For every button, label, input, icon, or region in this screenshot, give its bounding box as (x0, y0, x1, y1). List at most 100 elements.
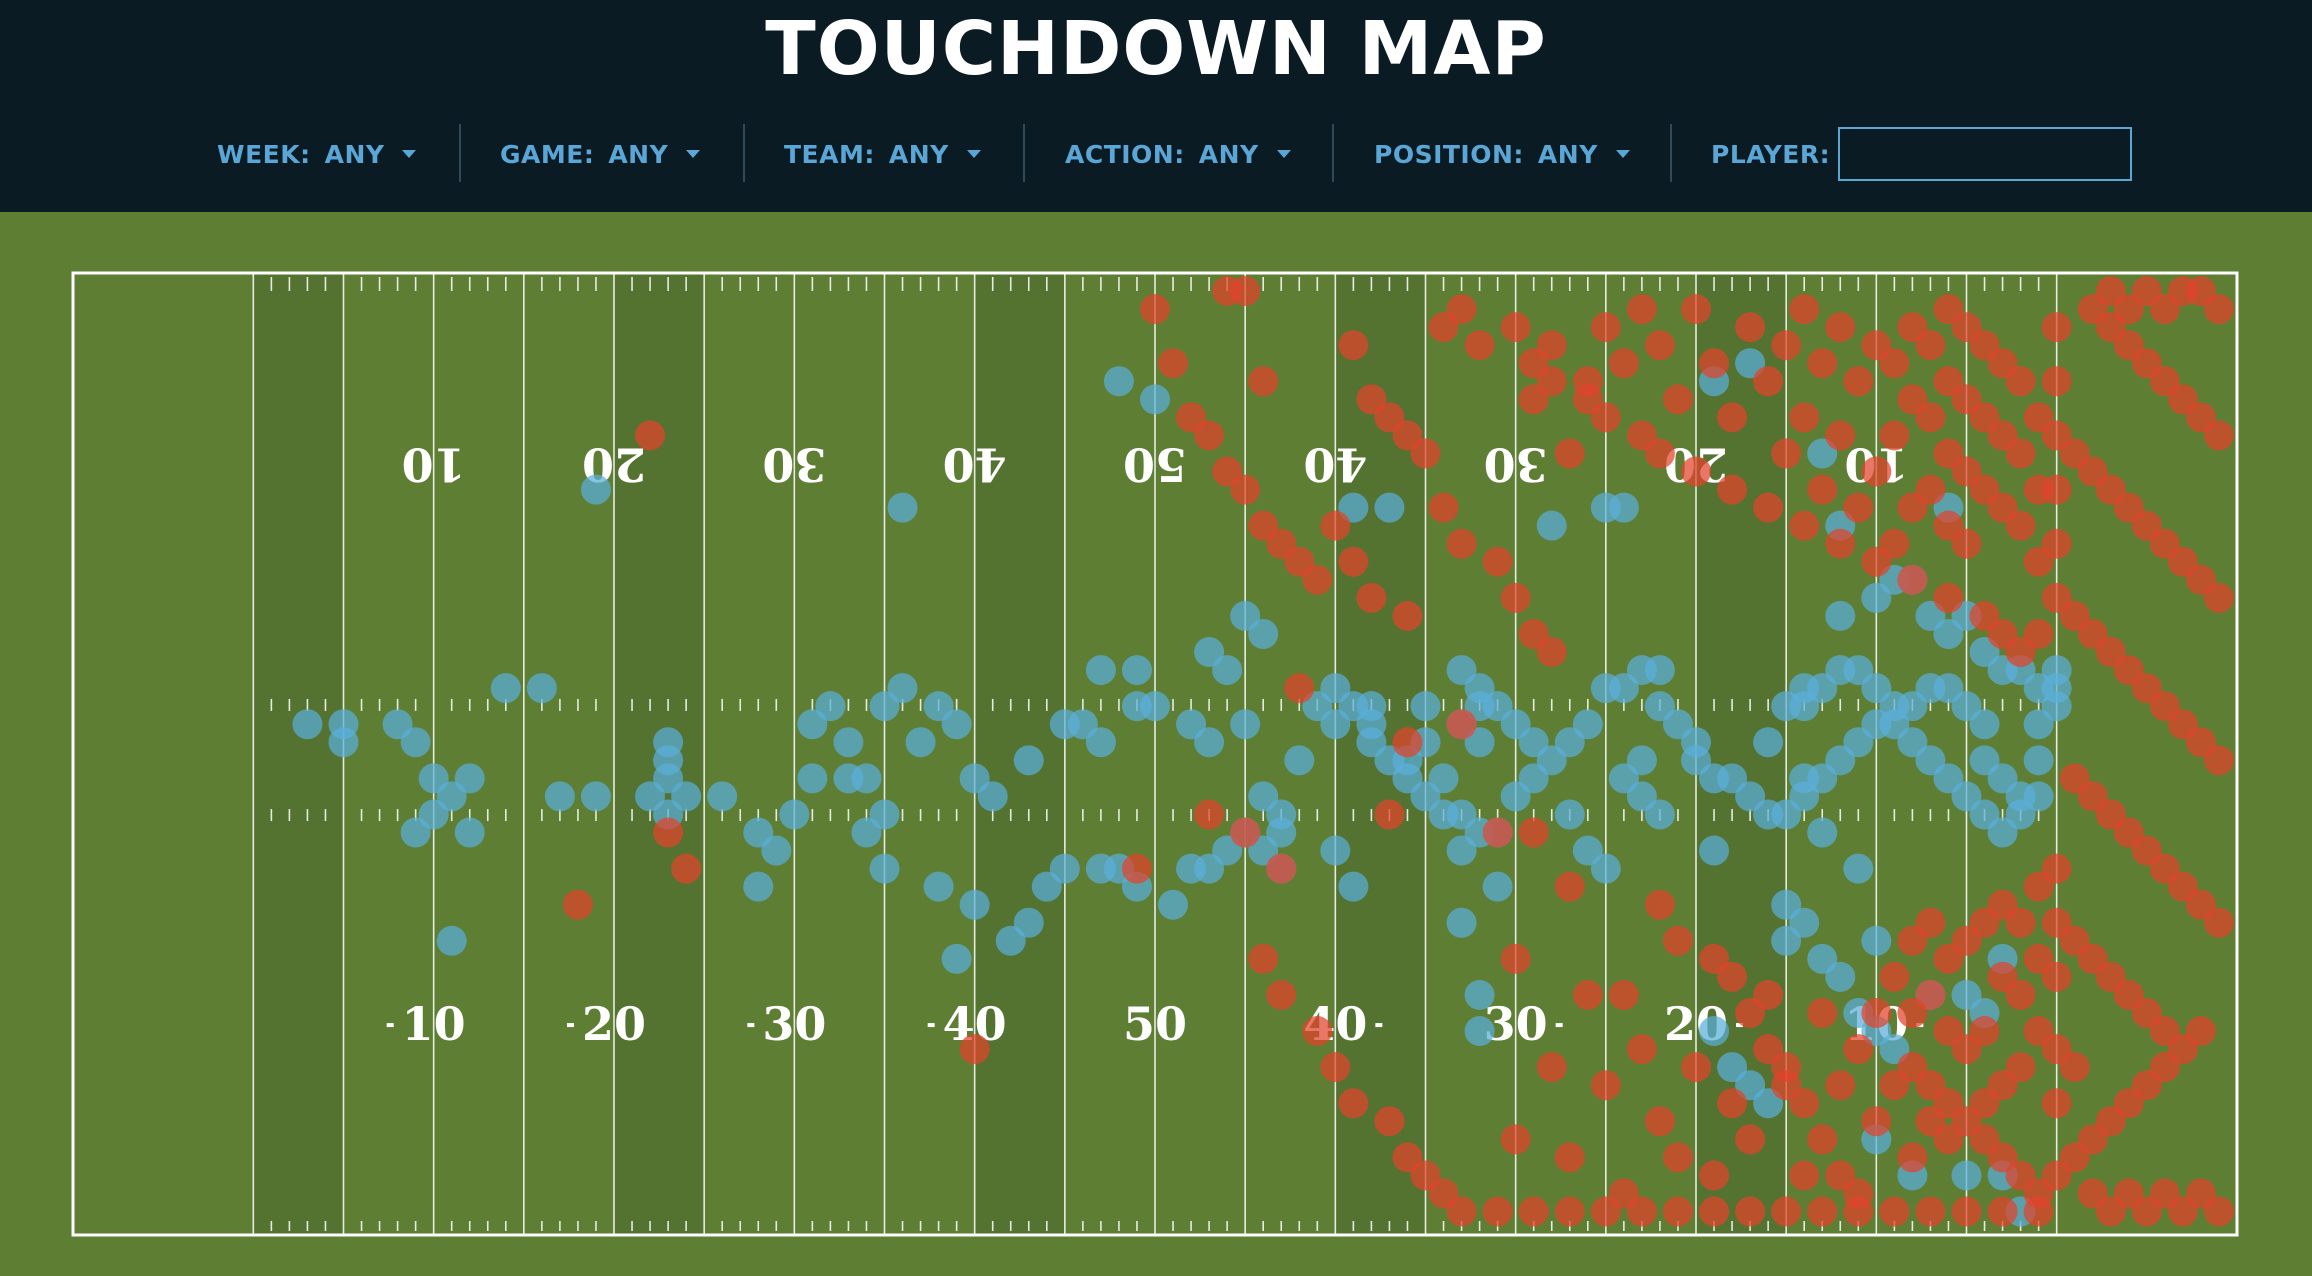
touchdown-point (1554, 871, 1585, 902)
touchdown-point (544, 781, 575, 812)
touchdown-point (1969, 709, 2000, 740)
touchdown-point (1897, 1142, 1928, 1173)
action-filter-value: ANY (1198, 139, 1259, 169)
touchdown-point (887, 673, 918, 704)
player-filter-label: PLAYER: (1711, 139, 1831, 169)
touchdown-point (815, 691, 846, 722)
touchdown-point (562, 889, 593, 920)
touchdown-point (1230, 817, 1261, 848)
touchdown-point (1356, 691, 1387, 722)
touchdown-point (1626, 745, 1657, 776)
touchdown-point (2023, 1016, 2054, 1047)
touchdown-point (1320, 709, 1351, 740)
touchdown-point (1302, 1016, 1333, 1047)
touchdown-point (1626, 294, 1657, 325)
touchdown-point (1302, 564, 1333, 595)
touchdown-point (1717, 961, 1748, 992)
touchdown-point (292, 709, 323, 740)
touchdown-point (1374, 799, 1405, 830)
touchdown-point (1320, 835, 1351, 866)
touchdown-point (2203, 907, 2234, 938)
touchdown-point (1626, 1034, 1657, 1065)
touchdown-point (1789, 510, 1820, 541)
touchdown-point (1085, 727, 1116, 758)
action-filter-dropdown[interactable]: ACTION: ANY (1065, 124, 1291, 184)
touchdown-point (761, 835, 792, 866)
touchdown-point (1266, 979, 1297, 1010)
touchdown-point (1861, 998, 1892, 1028)
touchdown-point (328, 727, 359, 758)
chevron-down-icon (686, 150, 701, 158)
touchdown-point (1554, 1196, 1585, 1227)
touchdown-point (1789, 402, 1820, 433)
touchdown-point (1482, 871, 1513, 902)
touchdown-point (1735, 1196, 1766, 1227)
touchdown-point (1428, 799, 1459, 830)
touchdown-point (1879, 691, 1910, 722)
touchdown-point (1879, 528, 1910, 559)
yard-number-inverted: 30 (1484, 438, 1548, 492)
position-filter-dropdown[interactable]: POSITION: ANY (1374, 124, 1630, 184)
touchdown-point (1699, 835, 1730, 866)
touchdown-point (1825, 961, 1856, 992)
filter-divider (743, 124, 745, 182)
touchdown-point (1338, 1088, 1369, 1119)
touchdown-point (1933, 366, 1964, 397)
game-filter-dropdown[interactable]: GAME: ANY (500, 124, 701, 184)
touchdown-point (671, 853, 702, 884)
yard-number: 30 (1484, 997, 1548, 1051)
touchdown-point (1554, 799, 1585, 830)
filter-divider (1670, 124, 1672, 182)
touchdown-point (1428, 492, 1459, 523)
touchdown-point (743, 871, 774, 902)
touchdown-point (1879, 1196, 1910, 1227)
touchdown-point (653, 817, 684, 848)
team-filter-value: ANY (888, 139, 949, 169)
touchdown-point (1572, 979, 1603, 1010)
touchdown-point (1158, 889, 1189, 920)
touchdown-point (1807, 817, 1838, 848)
touchdown-point (1717, 474, 1748, 505)
chevron-down-icon (1276, 150, 1291, 158)
touchdown-point (1861, 925, 1892, 956)
touchdown-point (1518, 1196, 1549, 1227)
touchdown-point (1284, 745, 1315, 776)
chevron-down-icon (966, 150, 981, 158)
yard-number-inverted: 40 (943, 438, 1007, 492)
touchdown-point (1554, 1142, 1585, 1173)
touchdown-point (1554, 438, 1585, 469)
touchdown-point (1446, 907, 1477, 938)
touchdown-point (1608, 979, 1639, 1010)
action-filter-label: ACTION: (1065, 139, 1185, 169)
touchdown-point (2041, 1088, 2072, 1119)
touchdown-point (2203, 582, 2234, 613)
touchdown-point (1644, 330, 1675, 361)
field-stripe (253, 273, 344, 1235)
touchdown-point (1825, 528, 1856, 559)
team-filter-dropdown[interactable]: TEAM: ANY (784, 124, 981, 184)
touchdown-point (1140, 384, 1170, 415)
touchdown-point (1392, 727, 1423, 758)
touchdown-point (1771, 925, 1802, 956)
week-filter-dropdown[interactable]: WEEK: ANY (217, 124, 417, 184)
touchdown-point (1681, 294, 1711, 325)
filter-divider (459, 124, 461, 182)
touchdown-point (1644, 799, 1675, 830)
touchdown-point (1590, 1070, 1621, 1101)
touchdown-point (1013, 907, 1044, 938)
touchdown-point (1825, 420, 1856, 451)
touchdown-point (1446, 294, 1477, 325)
touchdown-point (400, 817, 431, 848)
touchdown-point (1320, 510, 1351, 541)
touchdown-point (1843, 853, 1874, 884)
touchdown-point (1987, 961, 2018, 992)
touchdown-point (1446, 528, 1477, 559)
touchdown-point (1789, 763, 1820, 794)
yard-number: 10 (402, 997, 466, 1051)
touchdown-point (1446, 709, 1477, 740)
filter-divider (1023, 124, 1025, 182)
touchdown-point (1374, 1106, 1405, 1137)
touchdown-point (1735, 1124, 1766, 1155)
touchdown-point (1897, 925, 1928, 956)
player-search-input[interactable] (1838, 127, 2132, 181)
